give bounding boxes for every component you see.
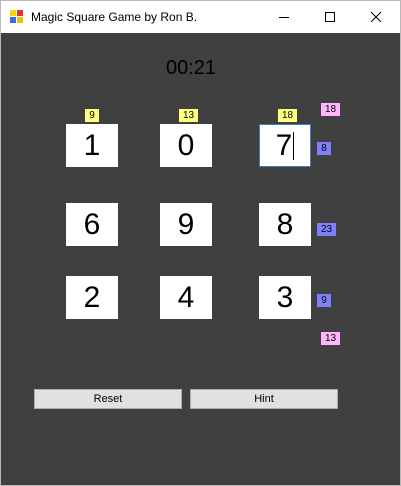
grid-cell-r3-c2[interactable]: 4 — [160, 276, 212, 319]
text-caret — [293, 131, 295, 160]
grid-cell-r1-c2[interactable]: 0 — [160, 124, 212, 167]
maximize-icon — [325, 12, 335, 22]
close-button[interactable] — [353, 1, 399, 33]
main-diagonal-sum: 13 — [321, 332, 340, 345]
row-sum-1: 8 — [317, 142, 331, 155]
timer-display: 00:21 — [165, 57, 217, 79]
hint-button[interactable]: Hint — [190, 389, 338, 409]
grid-cell-value: 7 — [275, 128, 293, 162]
column-sum-1: 9 — [85, 109, 99, 122]
grid-cell-r1-c3[interactable]: 7 — [259, 124, 311, 167]
reset-button[interactable]: Reset — [34, 389, 182, 409]
grid-cell-r2-c3[interactable]: 8 — [259, 203, 311, 246]
app-icon — [10, 10, 23, 23]
anti-diagonal-sum: 18 — [321, 103, 340, 116]
grid-cell-r3-c1[interactable]: 2 — [66, 276, 118, 319]
grid-cell-r2-c1[interactable]: 6 — [66, 203, 118, 246]
row-sum-3: 9 — [317, 294, 331, 307]
minimize-icon — [279, 17, 289, 18]
grid-cell-r1-c1[interactable]: 1 — [66, 124, 118, 167]
row-sum-2: 23 — [317, 223, 336, 236]
close-icon — [371, 12, 381, 22]
app-window: Magic Square Game by Ron B. 00:21 9 13 1… — [0, 0, 401, 486]
title-bar[interactable]: Magic Square Game by Ron B. — [1, 1, 400, 33]
minimize-button[interactable] — [261, 1, 307, 33]
maximize-button[interactable] — [307, 1, 353, 33]
window-title: Magic Square Game by Ron B. — [31, 10, 198, 24]
column-sum-2: 13 — [179, 109, 198, 122]
game-area: 00:21 9 13 18 18 1 0 7 8 6 9 8 23 2 4 3 … — [1, 33, 400, 485]
grid-cell-r2-c2[interactable]: 9 — [160, 203, 212, 246]
grid-cell-r3-c3[interactable]: 3 — [259, 276, 311, 319]
column-sum-3: 18 — [278, 109, 297, 122]
